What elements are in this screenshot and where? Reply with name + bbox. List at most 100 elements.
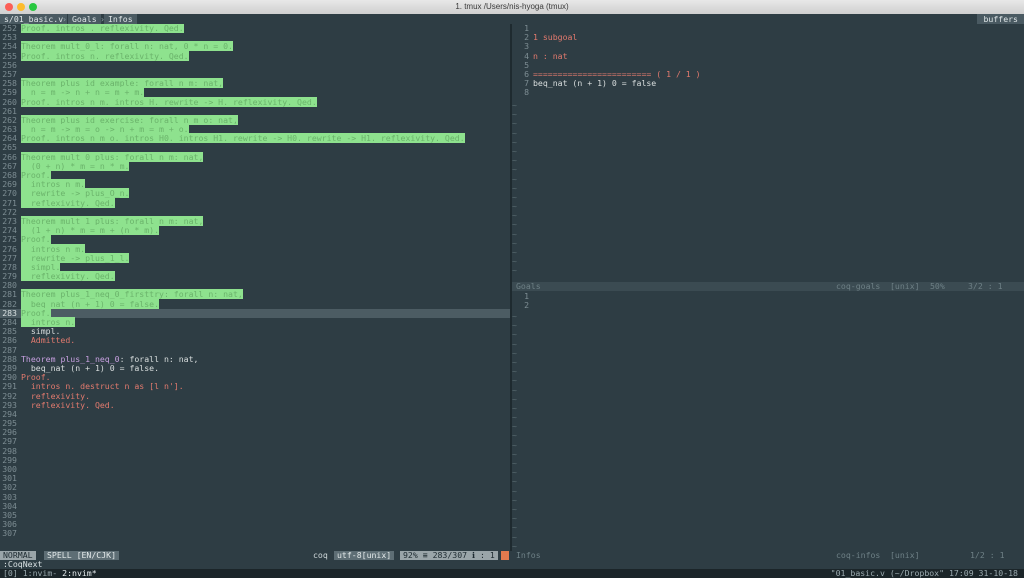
empty-line-marker: ~ — [512, 100, 517, 110]
empty-line-marker: ~ — [512, 540, 517, 551]
code-line[interactable]: 293 reflexivity. Qed. — [0, 399, 510, 410]
empty-line-marker: ~ — [512, 311, 517, 321]
code-line[interactable]: 260 Proof. intros n m. intros H. rewrite … — [0, 96, 510, 107]
empty-line-marker: ~ — [512, 476, 517, 487]
code-text: Proof. — [21, 234, 51, 245]
empty-line-marker: ~ — [512, 513, 517, 524]
code-text: Proof. intros . reflexivity. Qed. — [21, 24, 184, 33]
empty-line-marker: ~ — [512, 338, 517, 349]
buffers-indicator[interactable]: buffers — [977, 14, 1024, 24]
code-text: Proof. intros n. reflexivity. Qed. — [21, 50, 189, 61]
zoom-window-button[interactable] — [29, 3, 37, 11]
empty-line-marker: ~ — [512, 448, 517, 459]
tab-infos[interactable]: Infos — [104, 14, 137, 24]
empty-line-marker: ~ — [512, 265, 517, 276]
empty-line-marker: ~ — [512, 522, 517, 533]
close-window-button[interactable] — [5, 3, 13, 11]
minimize-window-button[interactable] — [17, 3, 25, 11]
code-line[interactable]: 4n : nat — [512, 50, 1024, 61]
code-text: n : nat — [533, 50, 568, 61]
code-line[interactable]: 274 (1 + n) * m = m + (n * m). — [0, 225, 510, 236]
code-line[interactable]: 282 beq_nat (n + 1) 0 = false. — [0, 298, 510, 309]
code-line[interactable]: 264 Proof. intros n m o. intros H0. intro… — [0, 133, 510, 144]
code-line[interactable]: 255 Proof. intros n. reflexivity. Qed. — [0, 50, 510, 61]
code-line[interactable]: 283 Proof. — [0, 307, 510, 318]
code-line[interactable]: 279 reflexivity. Qed. — [0, 271, 510, 282]
code-line[interactable]: 277 rewrite -> plus_1_l. — [0, 252, 510, 263]
empty-line-marker: ~ — [512, 127, 517, 138]
code-line[interactable]: 1 — [512, 24, 1024, 33]
empty-line-marker: ~ — [512, 237, 517, 248]
empty-line-marker: ~ — [512, 485, 517, 496]
infos-status-encoding: [unix] — [890, 550, 920, 560]
code-line[interactable]: 256 — [0, 60, 510, 70]
tmux-windows: [0] 1:nvim- 2:nvim* — [3, 569, 97, 578]
code-text: beq_nat (n + 1) 0 = false — [533, 78, 657, 89]
code-text: reflexivity. Qed. — [21, 399, 115, 410]
code-line[interactable]: 303 — [0, 492, 510, 502]
code-line[interactable]: 305 — [0, 510, 510, 520]
code-line[interactable]: 1 — [512, 291, 1024, 301]
code-line[interactable]: 298 — [0, 446, 510, 456]
empty-line-marker: ~ — [512, 136, 517, 147]
code-line[interactable]: 7 beq_nat (n + 1) 0 = false — [512, 78, 1024, 89]
empty-line-marker: ~ — [512, 347, 517, 358]
empty-line-marker: ~ — [512, 412, 517, 423]
code-line[interactable]: 302 — [0, 483, 510, 492]
empty-line-marker: ~ — [512, 182, 517, 193]
code-text: Theorem mult_0_l: forall n: nat, 0 * n =… — [21, 41, 233, 52]
infos-status-position: 1/2 : 1 — [970, 550, 1005, 560]
warning-indicator — [501, 551, 509, 560]
code-line[interactable]: 252 Proof. intros . reflexivity. Qed. — [0, 24, 510, 33]
empty-line-marker: ~ — [512, 494, 517, 505]
tab-goals[interactable]: Goals — [68, 14, 101, 24]
tmux-statusbar: [0] 1:nvim- 2:nvim* "01_basic.v (~/Dropb… — [0, 569, 1024, 578]
code-line[interactable]: 3 — [512, 42, 1024, 51]
goals-status-percent: 50% — [930, 281, 945, 291]
code-line[interactable]: 271 reflexivity. Qed. — [0, 197, 510, 208]
empty-line-marker: ~ — [512, 320, 517, 331]
empty-line-marker: ~ — [512, 384, 517, 395]
goals-lines[interactable]: 121 subgoal 3 4 n : nat 5 6 ==================… — [512, 24, 1024, 98]
vim-statusline: NORMAL SPELL [EN/CJK] coq utf-8[unix] 92… — [0, 551, 1024, 560]
line-number: 8 — [524, 87, 529, 98]
code-text: Proof. intros n m. intros H. rewrite -> … — [21, 96, 317, 107]
empty-line-marker: ~ — [512, 256, 517, 267]
code-text: reflexivity. Qed. — [21, 271, 115, 282]
code-text: n = m -> n + n = m + m. — [21, 87, 145, 98]
code-line[interactable]: 297 — [0, 437, 510, 446]
code-line[interactable]: 21 subgoal — [512, 32, 1024, 42]
editor-pane[interactable]: 252 Proof. intros . reflexivity. Qed. 253 2… — [0, 24, 510, 551]
code-line[interactable]: 285 simpl. — [0, 326, 510, 336]
code-line[interactable]: 8 — [512, 88, 1024, 97]
code-line[interactable]: 306 — [0, 519, 510, 529]
code-text: reflexivity. Qed. — [21, 197, 115, 208]
code-line[interactable]: 301 — [0, 473, 510, 483]
code-line[interactable]: 286 Admitted. — [0, 336, 510, 345]
code-line[interactable]: 289 beq_nat (n + 1) 0 = false. — [0, 363, 510, 373]
code-line[interactable]: 304 — [0, 501, 510, 511]
goals-statusline: Goals coq-goals [unix] 50% 3/2 : 1 — [512, 282, 1024, 291]
tab-file[interactable]: s/01_basic.v — [0, 14, 68, 24]
empty-line-marker: ~ — [512, 531, 517, 542]
filetype-indicator: coq — [313, 550, 328, 560]
code-line[interactable]: 284 intros n. — [0, 317, 510, 327]
editor-lines[interactable]: 252 Proof. intros . reflexivity. Qed. 253 2… — [0, 24, 510, 539]
empty-line-marker: ~ — [512, 458, 517, 468]
code-text: intros n m. — [21, 243, 86, 254]
code-line[interactable]: 299 — [0, 455, 510, 465]
line-number: 2 — [524, 300, 529, 311]
code-line[interactable]: 307 — [0, 529, 510, 538]
code-line[interactable]: 267 (0 + n) * m = n * m. — [0, 160, 510, 171]
empty-line-marker: ~ — [512, 366, 517, 377]
empty-line-marker: ~ — [512, 393, 517, 404]
goals-status-position: 3/2 : 1 — [968, 281, 1003, 291]
code-line[interactable]: 294 — [0, 409, 510, 419]
code-line[interactable]: 2 — [512, 300, 1024, 311]
code-text: Admitted. — [21, 335, 76, 346]
code-line[interactable]: 295 — [0, 418, 510, 428]
code-line[interactable]: 300 — [0, 464, 510, 474]
code-line[interactable]: 296 — [0, 428, 510, 437]
infos-lines[interactable]: 12 — [512, 291, 1024, 311]
window-titlebar: 1. tmux /Users/nis-hyoga (tmux) — [0, 0, 1024, 15]
